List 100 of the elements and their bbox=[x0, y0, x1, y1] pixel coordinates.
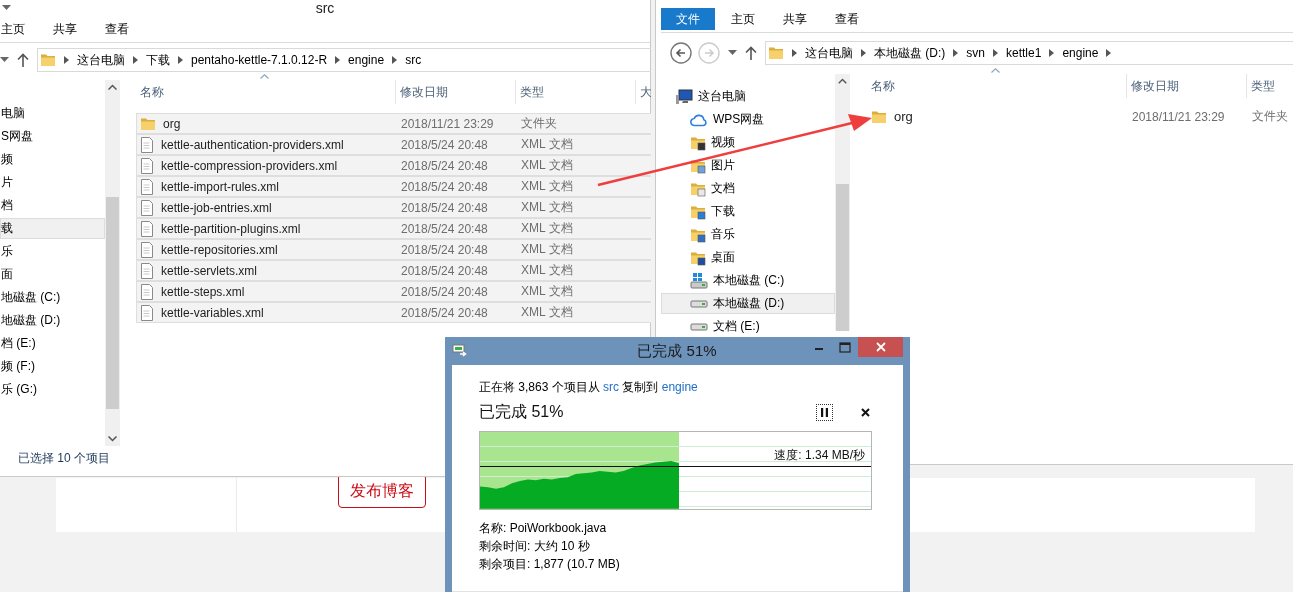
nav-item[interactable]: 电脑 bbox=[0, 103, 105, 124]
breadcrumb-item[interactable]: src bbox=[405, 53, 422, 67]
nav-item[interactable]: 片 bbox=[0, 172, 105, 193]
chevron-icon[interactable] bbox=[335, 56, 341, 64]
breadcrumb-item[interactable]: kettle1 bbox=[1006, 46, 1042, 60]
window-title: src bbox=[315, 0, 335, 16]
file-type: XML 文档 bbox=[520, 136, 574, 153]
chevron-icon[interactable] bbox=[1106, 49, 1112, 57]
dropdown-caret-icon[interactable] bbox=[0, 57, 9, 63]
chevron-icon[interactable] bbox=[392, 56, 398, 64]
nav-item[interactable]: 频 (F:) bbox=[0, 356, 105, 377]
dropdown-caret-icon[interactable] bbox=[728, 50, 737, 56]
column-header[interactable]: 类型 bbox=[1247, 74, 1293, 98]
column-header[interactable]: 名称 bbox=[136, 80, 396, 104]
chevron-icon[interactable] bbox=[792, 49, 797, 57]
file-name: kettle-job-entries.xml bbox=[161, 200, 272, 215]
folder-link[interactable]: engine bbox=[661, 380, 698, 394]
nav-item[interactable]: 这台电脑 bbox=[661, 86, 835, 107]
chevron-icon[interactable] bbox=[861, 49, 866, 57]
nav-item[interactable]: 档 (E:) bbox=[0, 333, 105, 354]
ribbon-tab[interactable]: 共享 bbox=[769, 8, 821, 30]
breadcrumb-item[interactable]: engine bbox=[1062, 46, 1099, 60]
column-header[interactable]: 类型 bbox=[516, 80, 636, 104]
nav-item[interactable]: 档 bbox=[0, 195, 105, 216]
up-arrow-icon[interactable] bbox=[745, 46, 757, 60]
chevron-icon[interactable] bbox=[953, 49, 959, 57]
nav-item[interactable]: 乐 bbox=[0, 241, 105, 262]
file-row[interactable]: org 2018/11/21 23:29 文件夹 bbox=[136, 113, 651, 134]
chevron-icon[interactable] bbox=[133, 56, 138, 64]
breadcrumb-item[interactable]: 这台电脑 bbox=[805, 44, 853, 62]
file-row[interactable]: kettle-compression-providers.xml 2018/5/24 20:48 XML 文档 bbox=[136, 155, 651, 176]
modified-date: 2018/5/24 20:48 bbox=[400, 284, 489, 299]
ribbon-tab[interactable]: 共享 bbox=[39, 18, 91, 40]
nav-item[interactable]: 频 bbox=[0, 149, 105, 170]
breadcrumb-item[interactable]: svn bbox=[966, 46, 985, 60]
nav-item[interactable]: 桌面 bbox=[661, 247, 835, 268]
address-bar[interactable]: 这台电脑 下载 pentaho-kettle-7.1.0.12-R engine src bbox=[37, 48, 651, 72]
nav-item[interactable]: 本地磁盘 (C:) bbox=[661, 270, 835, 291]
nav-item[interactable]: 乐 (G:) bbox=[0, 379, 105, 400]
modified-date: 2018/5/24 20:48 bbox=[400, 221, 489, 236]
drive-icon bbox=[690, 299, 708, 308]
file-row[interactable]: org 2018/11/21 23:29 文件夹 bbox=[867, 106, 1293, 127]
file-row[interactable]: kettle-repositories.xml 2018/5/24 20:48 XML 文档 bbox=[136, 239, 651, 260]
breadcrumb-item[interactable]: 这台电脑 bbox=[77, 51, 125, 69]
file-row[interactable]: kettle-servlets.xml 2018/5/24 20:48 XML 文档 bbox=[136, 260, 651, 281]
ribbon-tab[interactable]: 查看 bbox=[91, 18, 143, 40]
scrollbar[interactable] bbox=[835, 74, 850, 331]
nav-item[interactable]: 载 bbox=[0, 218, 105, 239]
breadcrumb-item[interactable]: engine bbox=[348, 53, 385, 67]
nav-item[interactable]: S网盘 bbox=[0, 126, 105, 147]
column-header[interactable]: 修改日期 bbox=[396, 80, 516, 104]
nav-item[interactable]: 下载 bbox=[661, 201, 835, 222]
scroll-up-icon[interactable] bbox=[838, 78, 847, 84]
chevron-icon[interactable] bbox=[1049, 49, 1055, 57]
nav-item[interactable]: 文档 (E:) bbox=[661, 316, 835, 337]
nav-item[interactable]: 文档 bbox=[661, 178, 835, 199]
folder-link[interactable]: src bbox=[603, 380, 620, 394]
file-row[interactable]: kettle-variables.xml 2018/5/24 20:48 XML 文档 bbox=[136, 302, 651, 323]
nav-item[interactable]: 图片 bbox=[661, 155, 835, 176]
file-row[interactable]: kettle-partition-plugins.xml 2018/5/24 20:48 XML 文档 bbox=[136, 218, 651, 239]
file-row[interactable]: kettle-import-rules.xml 2018/5/24 20:48 XML 文档 bbox=[136, 176, 651, 197]
back-button[interactable] bbox=[670, 42, 692, 64]
scrollbar[interactable] bbox=[105, 80, 120, 446]
quick-access-caret-icon[interactable] bbox=[2, 5, 11, 11]
column-header[interactable]: 名称 bbox=[867, 74, 1127, 98]
chevron-icon[interactable] bbox=[178, 56, 183, 64]
ribbon-tab[interactable]: 主页 bbox=[0, 18, 39, 40]
nav-item-label: 本地磁盘 (C:) bbox=[713, 272, 785, 289]
scroll-up-icon[interactable] bbox=[108, 84, 117, 90]
column-header[interactable]: 大 bbox=[636, 80, 651, 104]
file-icon bbox=[140, 157, 154, 174]
up-arrow-icon[interactable] bbox=[17, 53, 29, 67]
breadcrumb-item[interactable]: 本地磁盘 (D:) bbox=[874, 44, 946, 62]
cancel-icon[interactable] bbox=[861, 407, 870, 417]
nav-item[interactable]: 视频 bbox=[661, 132, 835, 153]
file-icon bbox=[140, 304, 154, 321]
scroll-thumb[interactable] bbox=[836, 183, 849, 331]
address-bar[interactable]: 这台电脑 本地磁盘 (D:) svn kettle1 engine bbox=[765, 41, 1293, 65]
close-button[interactable] bbox=[858, 337, 903, 357]
nav-item[interactable]: WPS网盘 bbox=[661, 109, 835, 130]
column-header[interactable]: 修改日期 bbox=[1127, 74, 1247, 98]
breadcrumb-item[interactable]: pentaho-kettle-7.1.0.12-R bbox=[191, 53, 328, 67]
ribbon-tab[interactable]: 查看 bbox=[821, 8, 873, 30]
nav-item[interactable]: 本地磁盘 (D:) bbox=[661, 293, 835, 314]
nav-item[interactable]: 面 bbox=[0, 264, 105, 285]
ribbon-tab[interactable]: 主页 bbox=[717, 8, 769, 30]
chevron-icon[interactable] bbox=[64, 56, 69, 64]
file-menu-button[interactable]: 文件 bbox=[661, 8, 715, 30]
file-row[interactable]: kettle-job-entries.xml 2018/5/24 20:48 XML 文档 bbox=[136, 197, 651, 218]
pause-button[interactable] bbox=[816, 403, 833, 421]
chevron-icon[interactable] bbox=[993, 49, 998, 57]
nav-item[interactable]: 地磁盘 (C:) bbox=[0, 287, 105, 308]
breadcrumb-item[interactable]: 下载 bbox=[146, 51, 170, 69]
file-row[interactable]: kettle-steps.xml 2018/5/24 20:48 XML 文档 bbox=[136, 281, 651, 302]
file-row[interactable]: kettle-authentication-providers.xml 2018/5/24 20:48 XML 文档 bbox=[136, 134, 651, 155]
scroll-down-icon[interactable] bbox=[108, 436, 117, 442]
file-icon bbox=[140, 199, 154, 216]
scroll-thumb[interactable] bbox=[106, 197, 119, 409]
nav-item[interactable]: 音乐 bbox=[661, 224, 835, 245]
nav-item[interactable]: 地磁盘 (D:) bbox=[0, 310, 105, 331]
